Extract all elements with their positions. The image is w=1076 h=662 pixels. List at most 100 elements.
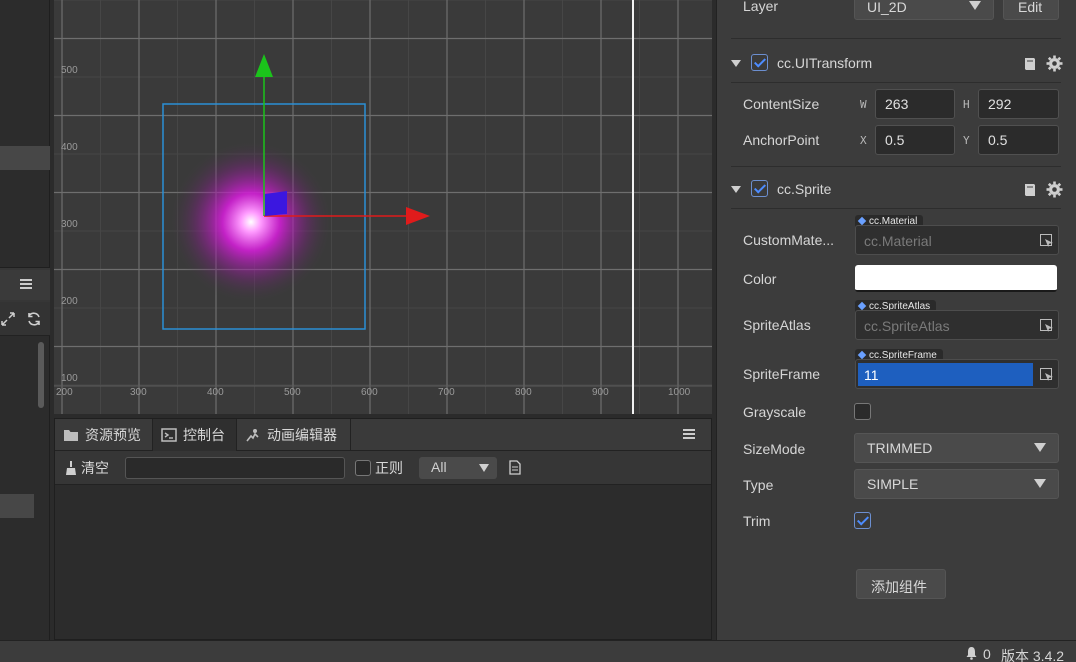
refresh-icon[interactable]: [26, 311, 42, 327]
color-label: Color: [743, 271, 777, 287]
bell-icon[interactable]: [965, 646, 978, 660]
sprite-frame-value: 11: [864, 367, 879, 383]
ruler-x-label: 800: [515, 387, 532, 398]
anchor-y-tag: Y: [963, 134, 970, 147]
anchor-y-input[interactable]: 0.5: [978, 125, 1059, 155]
trim-checkbox[interactable]: [854, 512, 871, 529]
assets-toolbar: [0, 302, 50, 336]
assets-selected-row[interactable]: [0, 494, 34, 518]
regex-checkbox[interactable]: [355, 460, 371, 476]
layer-value: UI_2D: [867, 0, 907, 15]
tab-label: 动画编辑器: [267, 427, 337, 443]
sprite-frame-value-highlight: [858, 363, 1033, 386]
ruler-x-label: 900: [592, 387, 609, 398]
sprite-frame-field[interactable]: 11: [855, 359, 1059, 389]
sprite-enabled-checkbox[interactable]: [751, 180, 768, 197]
hierarchy-panel: [0, 0, 50, 268]
diamond-icon: [857, 350, 867, 360]
gear-icon[interactable]: [1046, 181, 1063, 198]
particle-glow-sprite[interactable]: [169, 140, 333, 304]
type-label: Type: [743, 477, 774, 493]
layer-edit-button[interactable]: Edit: [1003, 0, 1059, 20]
ruler-x-label: 500: [284, 387, 301, 398]
folder-icon: [64, 430, 78, 441]
expand-icon[interactable]: [0, 311, 16, 327]
anchor-x-input[interactable]: 0.5: [875, 125, 955, 155]
type-value: SIMPLE: [867, 476, 919, 492]
ruler-x-label: 700: [438, 387, 455, 398]
inspector-panel: Layer UI_2D Edit cc.UITransform ContentS…: [716, 0, 1076, 640]
tab-console[interactable]: 控制台: [153, 419, 237, 451]
divider: [731, 166, 1061, 167]
gizmo-y-arrow[interactable]: [255, 54, 273, 77]
ruler-x-label: 200: [56, 387, 73, 398]
layer-select[interactable]: UI_2D: [854, 0, 994, 20]
asset-picker-icon[interactable]: [1040, 368, 1052, 380]
ruler-y-label: 400: [61, 142, 78, 153]
divider: [731, 82, 1061, 83]
log-level-value: All: [431, 459, 447, 475]
add-component-label: 添加组件: [871, 579, 927, 595]
console-toolbar: 清空 正则 All: [55, 451, 711, 485]
asset-picker-icon[interactable]: [1040, 234, 1052, 246]
anchor-point-label: AnchorPoint: [743, 132, 820, 148]
uitransform-enabled-checkbox[interactable]: [751, 54, 768, 71]
add-component-button[interactable]: 添加组件: [856, 569, 946, 599]
chevron-down-icon: [1034, 479, 1046, 488]
regex-label: 正则: [375, 460, 403, 476]
height-tag: H: [963, 98, 970, 111]
sprite-atlas-label: SpriteAtlas: [743, 317, 811, 333]
terminal-icon: [161, 428, 177, 442]
sprite-header[interactable]: cc.Sprite: [731, 178, 1063, 202]
content-width-input[interactable]: 263: [875, 89, 955, 119]
ruler-y-label: 300: [61, 219, 78, 230]
scene-canvas[interactable]: 200 300 400 500 600 700 800 900 1000 500…: [54, 0, 712, 414]
book-icon[interactable]: [1022, 56, 1038, 72]
size-mode-select[interactable]: TRIMMED: [854, 433, 1059, 463]
ruler-x-label: 600: [361, 387, 378, 398]
book-icon[interactable]: [1022, 182, 1038, 198]
log-level-select[interactable]: All: [419, 457, 497, 479]
open-log-file-icon[interactable]: [509, 460, 521, 475]
tab-label: 资源预览: [85, 427, 141, 443]
gizmo-xy-handle[interactable]: [265, 191, 287, 216]
version-label: 版本 3.4.2: [1001, 648, 1065, 662]
clear-button[interactable]: 清空: [65, 458, 109, 478]
edit-label: Edit: [1018, 0, 1043, 15]
hierarchy-selected-row[interactable]: [0, 146, 50, 170]
custom-material-field[interactable]: cc.Material: [855, 225, 1059, 255]
tab-label: 控制台: [183, 427, 225, 443]
content-size-label: ContentSize: [743, 96, 820, 112]
tab-animation-editor[interactable]: 动画编辑器: [237, 419, 351, 451]
chevron-down-icon: [1034, 443, 1046, 452]
assets-scrollbar[interactable]: [38, 342, 44, 408]
tab-assets-preview[interactable]: 资源预览: [55, 419, 153, 451]
clear-label: 清空: [81, 460, 109, 476]
notification-count: 0: [983, 646, 991, 662]
sprite-frame-label: SpriteFrame: [743, 366, 821, 382]
collapse-triangle-icon[interactable]: [731, 60, 741, 67]
console-search-input[interactable]: [125, 457, 345, 479]
asset-picker-icon[interactable]: [1040, 319, 1052, 331]
content-height-input[interactable]: 292: [978, 89, 1059, 119]
gear-icon[interactable]: [1046, 55, 1063, 72]
menu-icon[interactable]: [20, 279, 32, 289]
grayscale-checkbox[interactable]: [854, 403, 871, 420]
sprite-title: cc.Sprite: [777, 181, 832, 197]
type-select[interactable]: SIMPLE: [854, 469, 1059, 499]
regex-toggle[interactable]: 正则: [355, 458, 403, 478]
ruler-x-label: 300: [130, 387, 147, 398]
divider: [731, 38, 1061, 39]
collapse-triangle-icon[interactable]: [731, 186, 741, 193]
diamond-icon: [857, 216, 867, 226]
ruler-y-label: 200: [61, 296, 78, 307]
size-mode-label: SizeMode: [743, 441, 806, 457]
sprite-atlas-field[interactable]: cc.SpriteAtlas: [855, 310, 1059, 340]
uitransform-header[interactable]: cc.UITransform: [731, 52, 1063, 76]
trim-label: Trim: [743, 513, 771, 529]
scene-view[interactable]: 200 300 400 500 600 700 800 900 1000 500…: [54, 0, 712, 414]
color-swatch[interactable]: [855, 265, 1057, 292]
panel-menu-icon[interactable]: [683, 429, 695, 439]
gizmo-x-arrow[interactable]: [406, 207, 430, 225]
console-tab-bar: 资源预览 控制台 动画编辑器: [55, 419, 711, 451]
